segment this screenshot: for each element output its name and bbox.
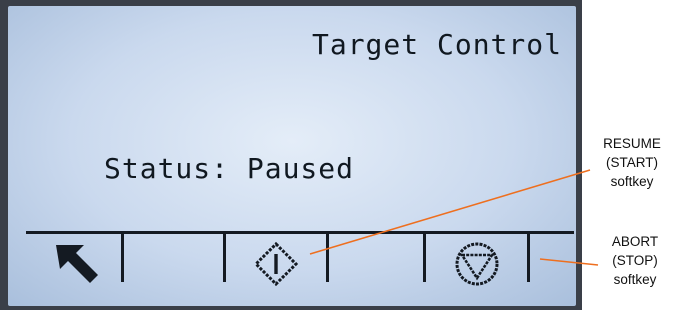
abort-callout-line1: ABORT bbox=[611, 234, 659, 249]
resume-callout-line1: RESUME bbox=[603, 136, 661, 151]
resume-callout-line3: softkey bbox=[610, 174, 654, 189]
resume-callout: RESUME (START) softkey bbox=[592, 134, 672, 191]
callout-lines bbox=[309, 169, 599, 266]
resume-callout-line2: (START) bbox=[606, 155, 658, 170]
abort-callout: ABORT (STOP) softkey bbox=[600, 232, 670, 289]
abort-callout-line3: softkey bbox=[613, 272, 657, 287]
abort-callout-line2: (STOP) bbox=[612, 253, 658, 268]
abort-callout-line bbox=[539, 258, 599, 266]
resume-callout-line bbox=[309, 169, 591, 255]
